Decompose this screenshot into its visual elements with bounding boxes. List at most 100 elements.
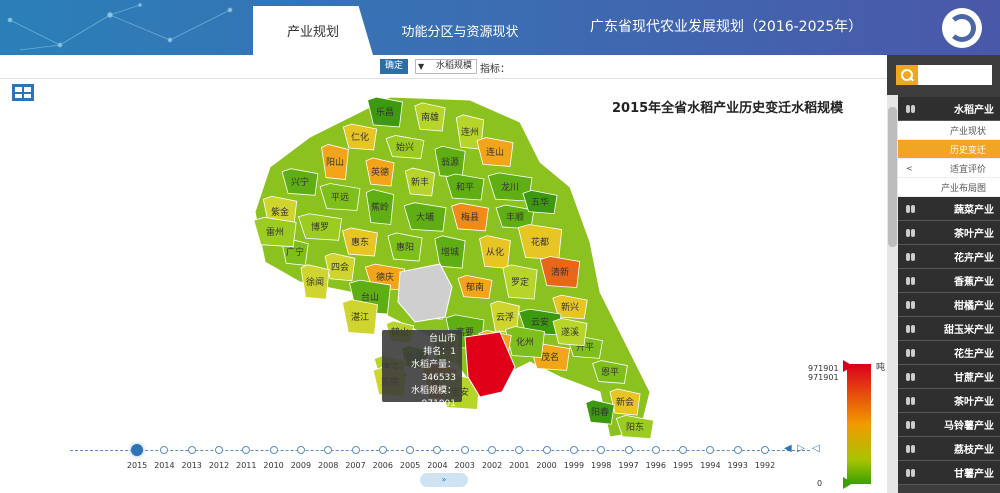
timeline-year-dot[interactable] xyxy=(131,444,144,456)
timeline-year-dot[interactable] xyxy=(515,446,524,454)
map-region[interactable]: 南雄 xyxy=(414,102,446,132)
timeline-next-icon[interactable]: ◀ xyxy=(784,443,792,454)
map-region[interactable]: 从化 xyxy=(479,235,511,269)
sidebar-scrollbar[interactable] xyxy=(887,95,898,493)
sidebar-group-2[interactable]: 茶叶产业 xyxy=(898,221,1000,245)
timeline-year-label: 1999 xyxy=(563,461,585,470)
map-region[interactable]: 雷州 xyxy=(253,216,297,248)
search-box[interactable] xyxy=(896,65,992,85)
timeline-year-dot[interactable] xyxy=(542,446,551,454)
sidebar-subitem-1[interactable]: 历史变迁 xyxy=(898,140,1000,159)
timeline-year-dot[interactable] xyxy=(679,446,688,454)
sidebar-group-12[interactable]: 甘薯产业 xyxy=(898,461,1000,485)
scrollbar-thumb[interactable] xyxy=(888,107,897,247)
map-region[interactable]: 连山 xyxy=(476,137,514,167)
timeline-collapse-button[interactable]: » xyxy=(420,473,468,487)
timeline-year-label: 2000 xyxy=(536,461,557,470)
timeline-year-dot[interactable] xyxy=(351,446,360,454)
timeline-year-dot[interactable] xyxy=(706,446,715,454)
sidebar-subitem-3[interactable]: 产业布局图 xyxy=(898,178,1000,197)
map-region[interactable]: 阳山 xyxy=(321,144,349,181)
legend-low-handle[interactable] xyxy=(843,477,853,489)
map-region[interactable]: 增城 xyxy=(434,235,466,269)
map-region[interactable]: 乐昌 xyxy=(367,96,403,128)
map-region[interactable]: 新丰 xyxy=(404,167,436,197)
sidebar-subitem-2[interactable]: < 适宜评价 xyxy=(898,159,1000,178)
timeline-year-dot[interactable] xyxy=(569,446,578,454)
sidebar-group-6[interactable]: 甜玉米产业 xyxy=(898,317,1000,341)
timeline-year-dot[interactable] xyxy=(597,446,606,454)
layout-grid-icon[interactable] xyxy=(12,84,34,101)
map-region[interactable]: 惠阳 xyxy=(387,232,423,262)
tab-industry-planning[interactable]: 产业规划 xyxy=(253,6,373,55)
map-region[interactable]: 惠东 xyxy=(342,227,378,257)
region-label: 阳山 xyxy=(326,157,344,168)
sidebar-group-1[interactable]: 蔬菜产业 xyxy=(898,197,1000,221)
timeline-year-dot[interactable] xyxy=(187,446,196,454)
timeline-year-dot[interactable] xyxy=(488,446,496,454)
region-label: 阳春 xyxy=(591,406,609,418)
map-region[interactable]: 博罗 xyxy=(297,213,343,241)
sidebar-group-4[interactable]: 香蕉产业 xyxy=(898,269,1000,293)
sidebar-group-label: 茶叶产业 xyxy=(954,229,994,240)
map-region[interactable]: 罗定 xyxy=(502,264,538,300)
region-label: 翁源 xyxy=(441,156,459,168)
region-label: 乐昌 xyxy=(376,106,394,118)
sidebar-group-5[interactable]: 柑橘产业 xyxy=(898,293,1000,317)
map-region[interactable]: 英德 xyxy=(365,157,395,187)
map-panel: 2015年全省水稻产业历史变迁水稻规模 乐昌 南雄 连州 仁化 始兴 翁源 连山 阳山 英德 新丰… xyxy=(0,80,887,493)
map-region[interactable]: 仁化 xyxy=(342,123,378,151)
timeline-year-dot[interactable] xyxy=(761,446,769,454)
map-region[interactable]: 新会 xyxy=(609,388,641,416)
map-region[interactable]: 和平 xyxy=(445,173,485,201)
timeline-year-dot[interactable] xyxy=(460,446,469,454)
timeline-year-dot[interactable] xyxy=(378,446,387,454)
map-region[interactable]: 阳春 xyxy=(585,399,615,425)
map-region[interactable]: 兴宁 xyxy=(281,168,319,196)
map-region[interactable]: 阳东 xyxy=(615,414,655,440)
confirm-button[interactable]: 确定 xyxy=(380,59,408,74)
map-region[interactable]: 花都 xyxy=(517,224,563,260)
map-region[interactable]: 蕉岭 xyxy=(365,189,395,225)
timeline-year-dot[interactable] xyxy=(324,446,333,454)
map-region[interactable]: 徐闻 xyxy=(300,264,330,300)
indicator-select[interactable]: ▼ 水稻规模 xyxy=(415,59,477,74)
map-region[interactable]: 化州 xyxy=(505,326,545,358)
group-icon xyxy=(906,228,916,237)
timeline-year-dot[interactable] xyxy=(651,446,660,454)
sidebar-group-8[interactable]: 甘蔗产业 xyxy=(898,365,1000,389)
map-region[interactable]: 翁源 xyxy=(434,145,466,179)
map-region[interactable]: 湛江 xyxy=(342,299,378,335)
timeline-year-dot[interactable] xyxy=(733,446,742,454)
sidebar-group-9[interactable]: 茶叶产业 xyxy=(898,389,1000,413)
timeline-year-dot[interactable] xyxy=(433,446,442,454)
sidebar-subitem-0[interactable]: 产业现状 xyxy=(898,121,1000,140)
map-region[interactable]: 清新 xyxy=(539,256,581,288)
tab-zoning-resources[interactable]: 功能分区与资源现状 xyxy=(380,6,540,55)
timeline-year-label: 2007 xyxy=(345,461,366,470)
map-region[interactable]: 大埔 xyxy=(403,202,447,232)
legend-high-handle[interactable] xyxy=(843,360,853,372)
tooltip-line: 水稻占比：3.18% xyxy=(410,412,456,435)
sidebar-group-7[interactable]: 花生产业 xyxy=(898,341,1000,365)
timeline-year-dot[interactable] xyxy=(242,446,251,454)
map-region[interactable]: 梅县 xyxy=(451,202,489,232)
timeline-prev-icon[interactable]: ◁ xyxy=(812,443,820,454)
map-region[interactable]: 平远 xyxy=(319,183,361,211)
timeline-year-dot[interactable] xyxy=(215,446,223,454)
timeline-year-dot[interactable] xyxy=(624,446,633,454)
sidebar-group-0[interactable]: 水稻产业 xyxy=(898,97,1000,121)
sidebar-group-3[interactable]: 花卉产业 xyxy=(898,245,1000,269)
timeline-year-dot[interactable] xyxy=(406,446,415,454)
timeline-play-icon[interactable]: ▷ xyxy=(797,443,805,454)
group-icon xyxy=(906,444,916,453)
map-region[interactable]: 四会 xyxy=(324,252,356,282)
sidebar-group-11[interactable]: 荔枝产业 xyxy=(898,437,1000,461)
timeline-year-dot[interactable] xyxy=(296,446,305,454)
search-icon[interactable] xyxy=(896,65,918,85)
map-region[interactable]: 遂溪 xyxy=(552,317,588,347)
sidebar-group-10[interactable]: 马铃薯产业 xyxy=(898,413,1000,437)
region-label: 从化 xyxy=(486,246,504,258)
timeline-year-dot[interactable] xyxy=(269,446,278,454)
timeline-year-dot[interactable] xyxy=(160,446,169,454)
